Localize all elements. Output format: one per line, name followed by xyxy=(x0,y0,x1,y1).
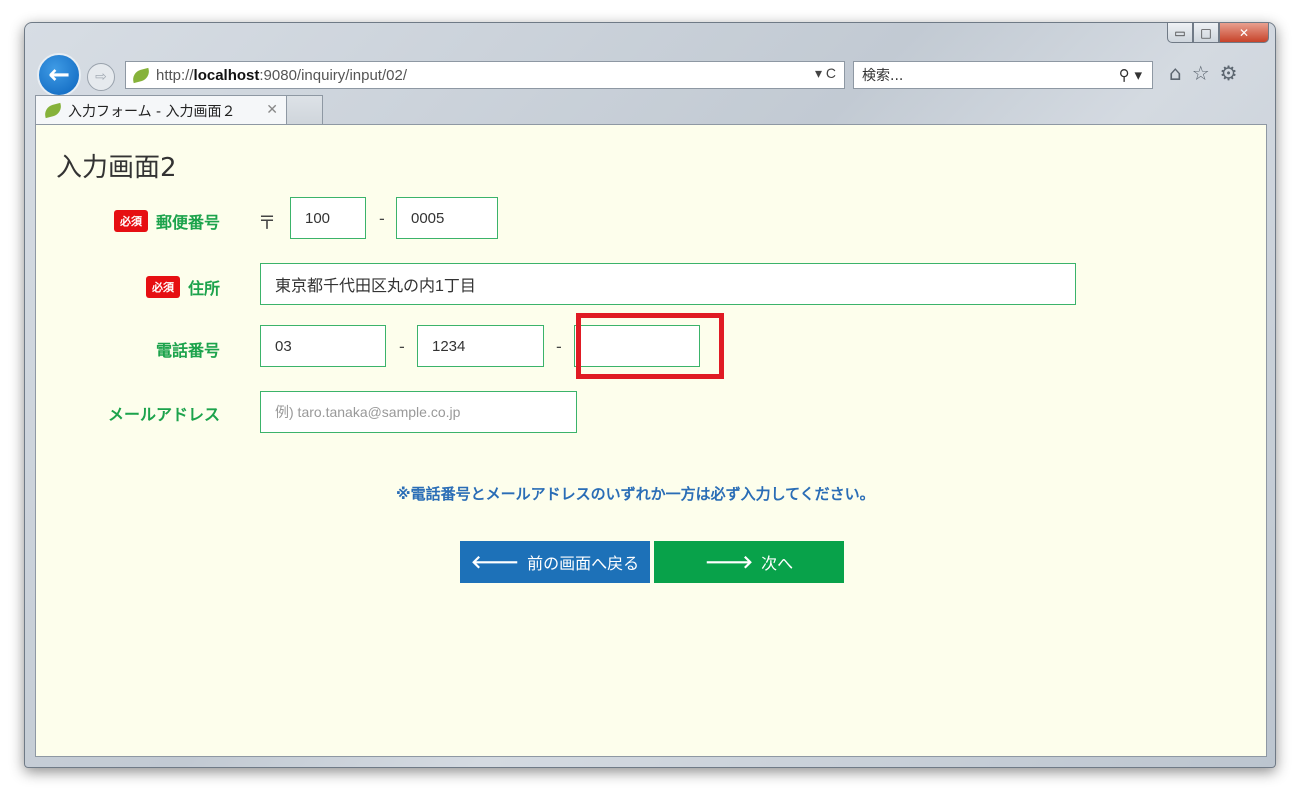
page-title: 入力画面2 xyxy=(56,153,177,183)
phone-part1-input[interactable]: 03 xyxy=(260,325,386,367)
next-button-label: 次へ xyxy=(761,554,794,573)
arrow-left-icon: 🡐 xyxy=(470,551,520,573)
tab-active[interactable]: 入力フォーム - 入力画面２ ✕ xyxy=(35,95,287,125)
address-label: 必須 住所 xyxy=(145,275,220,299)
back-button[interactable]: 🡐 前の画面へ戻る xyxy=(460,541,650,583)
forward-arrow-icon[interactable]: ⇨ xyxy=(87,63,115,91)
email-input[interactable]: 例) taro.tanaka@sample.co.jp xyxy=(260,391,577,433)
minimize-button[interactable]: ▭ xyxy=(1167,23,1193,43)
email-label-text: メールアドレス xyxy=(107,405,220,424)
arrow-right-icon: 🡒 xyxy=(704,551,754,573)
postal-code-part1-input[interactable]: 100 xyxy=(290,197,366,239)
required-badge: 必須 xyxy=(145,276,180,298)
tab-leaf-icon xyxy=(42,102,64,119)
tab-title: 入力フォーム - 入力画面２ xyxy=(68,103,236,120)
url-host: localhost xyxy=(193,66,260,84)
new-tab-button[interactable] xyxy=(287,95,323,125)
site-leaf-icon xyxy=(130,67,152,83)
back-arrow-icon[interactable]: ← xyxy=(37,53,81,97)
address-label-text: 住所 xyxy=(187,279,220,298)
phone-part2-input[interactable]: 1234 xyxy=(417,325,544,367)
search-placeholder: 検索... xyxy=(862,68,904,84)
address-input[interactable]: 東京都千代田区丸の内1丁目 xyxy=(260,263,1076,305)
phone-label: 電話番号 xyxy=(156,337,220,361)
close-window-button[interactable]: ✕ xyxy=(1219,23,1269,43)
browser-window: ▭ □ ✕ ← ⇨ http://localhost:9080/inquiry/… xyxy=(24,22,1276,768)
gear-icon[interactable]: ⚙ xyxy=(1220,61,1238,85)
next-button[interactable]: 🡒 次へ xyxy=(654,541,844,583)
phone-separator-2: - xyxy=(556,337,562,356)
page-content: 入力画面2 必須 郵便番号 〒 100 - 0005 必須 住所 東京都千代田区… xyxy=(35,124,1267,757)
required-badge: 必須 xyxy=(113,210,148,232)
favorites-star-icon[interactable]: ☆ xyxy=(1192,61,1210,85)
caption-buttons: ▭ □ ✕ xyxy=(1167,23,1269,43)
postal-label-text: 郵便番号 xyxy=(155,213,220,232)
toolbar-icons: ⌂ ☆ ⚙ xyxy=(1169,61,1238,85)
postal-label: 必須 郵便番号 xyxy=(113,209,220,233)
postal-code-part2-input[interactable]: 0005 xyxy=(396,197,498,239)
url-scheme: http:// xyxy=(156,66,194,84)
refresh-icon[interactable]: ▾ C xyxy=(815,65,836,82)
close-tab-icon[interactable]: ✕ xyxy=(266,102,278,118)
home-icon[interactable]: ⌂ xyxy=(1169,61,1182,85)
back-button-label: 前の画面へ戻る xyxy=(527,554,640,573)
phone-separator-1: - xyxy=(399,337,405,356)
search-box[interactable]: 検索... ⚲ ▾ xyxy=(853,61,1153,89)
postal-separator: - xyxy=(379,209,385,228)
postal-mark: 〒 xyxy=(258,213,276,234)
phone-label-text: 電話番号 xyxy=(155,341,220,360)
email-label: メールアドレス xyxy=(108,401,220,425)
highlight-box xyxy=(576,313,724,379)
notice-text: ※電話番号とメールアドレスのいずれか一方は必ず入力してください。 xyxy=(396,485,875,503)
address-bar[interactable]: http://localhost:9080/inquiry/input/02/ … xyxy=(125,61,845,89)
search-icon[interactable]: ⚲ ▾ xyxy=(1119,66,1142,84)
maximize-button[interactable]: □ xyxy=(1193,23,1219,43)
url-path: :9080/inquiry/input/02/ xyxy=(259,66,407,84)
